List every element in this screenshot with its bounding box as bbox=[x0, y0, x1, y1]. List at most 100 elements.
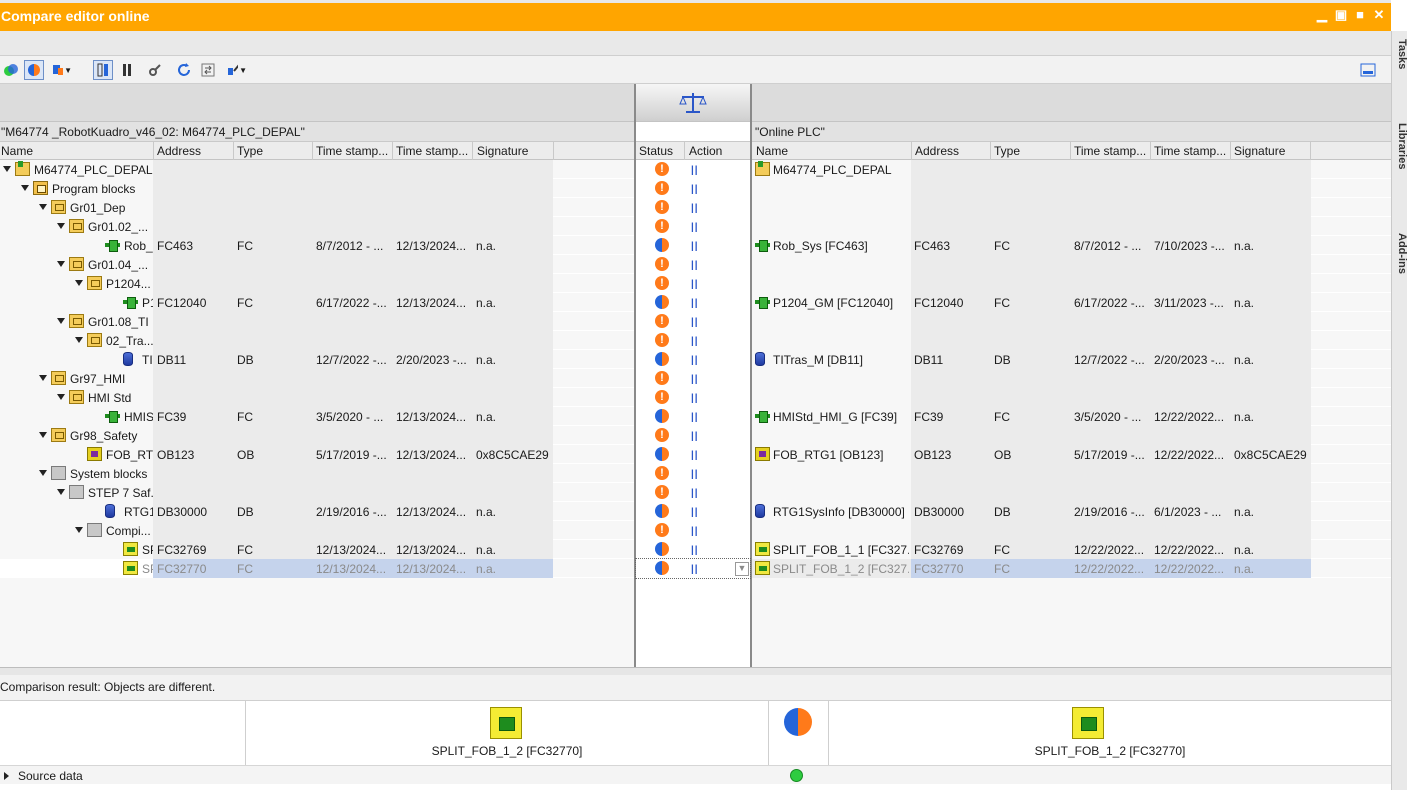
no-action-icon[interactable]: || bbox=[691, 184, 699, 195]
comparison-row[interactable]: || bbox=[636, 217, 750, 236]
online-tree-row[interactable]: TITras_M [DB11] DB11 DB 12/7/2022 -... 2/20/… bbox=[752, 350, 1391, 369]
expand-toggle-icon[interactable] bbox=[57, 261, 65, 267]
no-action-icon[interactable]: || bbox=[691, 317, 699, 328]
comparison-row[interactable]: || bbox=[636, 426, 750, 445]
tree-row[interactable]: Gr01.04_... bbox=[0, 255, 634, 274]
libraries-tab[interactable]: Libraries bbox=[1392, 123, 1407, 169]
tree-row[interactable]: Gr98_Safety bbox=[0, 426, 634, 445]
col-address[interactable]: Address bbox=[157, 144, 201, 158]
col-timestamp-2[interactable]: Time stamp... bbox=[396, 144, 468, 158]
no-action-icon[interactable]: || bbox=[691, 412, 699, 423]
col-timestamp-1-online[interactable]: Time stamp... bbox=[1074, 144, 1146, 158]
comparison-row[interactable]: || bbox=[636, 464, 750, 483]
tree-row[interactable]: RTG1S... DB30000 DB 2/19/2016 -... 12/13/202… bbox=[0, 502, 634, 521]
col-type-online[interactable]: Type bbox=[994, 144, 1020, 158]
split-view-icon[interactable] bbox=[117, 60, 137, 80]
col-status[interactable]: Status bbox=[639, 144, 673, 158]
comparison-row[interactable]: || bbox=[636, 255, 750, 274]
no-action-icon[interactable]: || bbox=[691, 222, 699, 233]
online-tree-row[interactable] bbox=[752, 274, 1391, 293]
no-action-icon[interactable]: || bbox=[691, 526, 699, 537]
no-action-icon[interactable]: || bbox=[691, 241, 699, 252]
expand-toggle-icon[interactable] bbox=[57, 394, 65, 400]
tree-row[interactable]: 02_Tra... bbox=[0, 331, 634, 350]
expand-toggle-icon[interactable] bbox=[75, 280, 83, 286]
tree-row[interactable]: Compi... bbox=[0, 521, 634, 540]
no-action-icon[interactable]: || bbox=[691, 564, 699, 575]
tree-row[interactable]: SPL... FC32770 FC 12/13/2024... 12/13/2024..… bbox=[0, 559, 634, 578]
no-action-icon[interactable]: || bbox=[691, 431, 699, 442]
tree-row[interactable]: HMISt... FC39 FC 3/5/2020 - ... 12/13/2024..… bbox=[0, 407, 634, 426]
comparison-row[interactable]: || bbox=[636, 274, 750, 293]
col-timestamp-2-online[interactable]: Time stamp... bbox=[1154, 144, 1226, 158]
balance-scale-icon[interactable] bbox=[678, 90, 708, 116]
execute-actions-icon[interactable]: ▼ bbox=[227, 60, 247, 80]
no-action-icon[interactable]: || bbox=[691, 393, 699, 404]
tree-row[interactable]: SPL... FC32769 FC 12/13/2024... 12/13/2024..… bbox=[0, 540, 634, 559]
comparison-row[interactable]: || bbox=[636, 236, 750, 255]
expand-icon[interactable] bbox=[4, 772, 9, 780]
restore-icon[interactable]: ▣ bbox=[1333, 7, 1349, 23]
no-action-icon[interactable]: || bbox=[691, 469, 699, 480]
detailed-comparison-icon[interactable] bbox=[145, 60, 165, 80]
show-columns-icon[interactable] bbox=[93, 60, 113, 80]
comparison-row[interactable]: || bbox=[636, 407, 750, 426]
online-tree-row[interactable]: P1204_GM [FC12040] FC12040 FC 6/17/2022 -..… bbox=[752, 293, 1391, 312]
online-tree-row[interactable] bbox=[752, 217, 1391, 236]
view-layout-icon[interactable] bbox=[1358, 60, 1378, 80]
col-signature[interactable]: Signature bbox=[477, 144, 528, 158]
tree-row[interactable]: HMI Std bbox=[0, 388, 634, 407]
online-tree-row[interactable] bbox=[752, 369, 1391, 388]
col-name[interactable]: Name bbox=[1, 144, 33, 158]
tree-row[interactable]: P1... FC12040 FC 6/17/2022 -... 12/13/2024..… bbox=[0, 293, 634, 312]
comparison-row[interactable]: || bbox=[636, 293, 750, 312]
online-tree-row[interactable] bbox=[752, 483, 1391, 502]
no-action-icon[interactable]: || bbox=[691, 203, 699, 214]
no-action-icon[interactable]: || bbox=[691, 507, 699, 518]
online-tree-row[interactable]: SPLIT_FOB_1_1 [FC327... FC32769 FC 12/22/20… bbox=[752, 540, 1391, 559]
comparison-row[interactable]: || bbox=[636, 312, 750, 331]
expand-toggle-icon[interactable] bbox=[75, 337, 83, 343]
col-address-online[interactable]: Address bbox=[915, 144, 959, 158]
tree-row[interactable]: Program blocks bbox=[0, 179, 634, 198]
comparison-row[interactable]: || bbox=[636, 540, 750, 559]
compare-options-icon[interactable]: ▼ bbox=[52, 60, 72, 80]
expand-toggle-icon[interactable] bbox=[39, 470, 47, 476]
online-tree-row[interactable] bbox=[752, 312, 1391, 331]
tree-row[interactable]: Gr01.02_... bbox=[0, 217, 634, 236]
online-tree-row[interactable]: HMIStd_HMI_G [FC39] FC39 FC 3/5/2020 - ... 1… bbox=[752, 407, 1391, 426]
tree-row[interactable]: Gr97_HMI bbox=[0, 369, 634, 388]
expand-toggle-icon[interactable] bbox=[75, 527, 83, 533]
tasks-tab[interactable]: Tasks bbox=[1392, 39, 1407, 69]
refresh-icon[interactable] bbox=[174, 60, 194, 80]
expand-toggle-icon[interactable] bbox=[39, 432, 47, 438]
online-tree-row[interactable] bbox=[752, 179, 1391, 198]
comparison-row[interactable]: || bbox=[636, 350, 750, 369]
comparison-row[interactable]: || bbox=[636, 179, 750, 198]
expand-toggle-icon[interactable] bbox=[39, 204, 47, 210]
no-action-icon[interactable]: || bbox=[691, 298, 699, 309]
close-icon[interactable]: ✕ bbox=[1371, 7, 1387, 23]
expand-toggle-icon[interactable] bbox=[57, 223, 65, 229]
expand-toggle-icon[interactable] bbox=[21, 185, 29, 191]
col-signature-online[interactable]: Signature bbox=[1234, 144, 1285, 158]
show-differences-icon[interactable] bbox=[24, 60, 44, 80]
minimize-icon[interactable]: ▁ bbox=[1314, 7, 1330, 23]
tree-row[interactable]: Rob_S... FC463 FC 8/7/2012 - ... 12/13/2024.… bbox=[0, 236, 634, 255]
action-dropdown-icon[interactable]: ▼ bbox=[735, 562, 749, 576]
online-tree-row[interactable]: RTG1SysInfo [DB30000] DB30000 DB 2/19/2016 … bbox=[752, 502, 1391, 521]
comparison-row[interactable]: || bbox=[636, 198, 750, 217]
no-action-icon[interactable]: || bbox=[691, 260, 699, 271]
col-type[interactable]: Type bbox=[237, 144, 263, 158]
comparison-row[interactable]: || bbox=[636, 483, 750, 502]
no-action-icon[interactable]: || bbox=[691, 545, 699, 556]
tree-row[interactable]: P1204... bbox=[0, 274, 634, 293]
col-timestamp-1[interactable]: Time stamp... bbox=[316, 144, 388, 158]
tree-row[interactable]: STEP 7 Saf... bbox=[0, 483, 634, 502]
online-tree-row[interactable] bbox=[752, 521, 1391, 540]
splitter[interactable] bbox=[0, 667, 1391, 675]
online-tree-row[interactable] bbox=[752, 198, 1391, 217]
expand-toggle-icon[interactable] bbox=[57, 489, 65, 495]
online-tree-row[interactable] bbox=[752, 331, 1391, 350]
tree-row[interactable]: FOB_RTG... OB123 OB 5/17/2019 -... 12/13/202… bbox=[0, 445, 634, 464]
